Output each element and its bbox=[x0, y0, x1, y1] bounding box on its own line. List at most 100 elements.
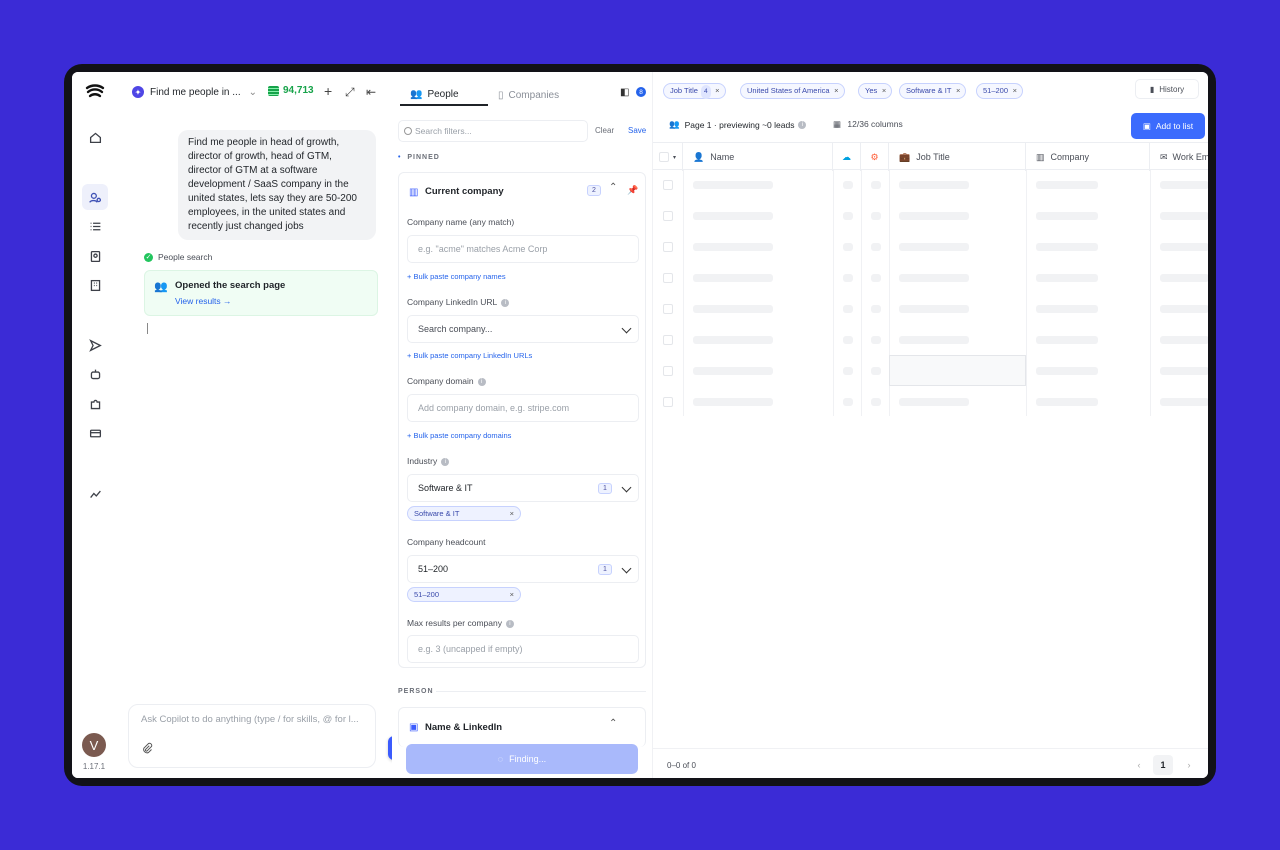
name-linkedin-filter[interactable]: ▣ Name & LinkedIn ⌃ bbox=[398, 707, 646, 747]
contacts-icon[interactable] bbox=[82, 243, 108, 269]
new-chat-icon[interactable]: + bbox=[324, 83, 332, 99]
clear-button[interactable]: Clear bbox=[595, 126, 614, 135]
company-domain-placeholder: Add company domain, e.g. stripe.com bbox=[418, 403, 570, 413]
credits-counter[interactable]: 94,713 bbox=[268, 85, 314, 96]
row-checkbox[interactable] bbox=[663, 211, 673, 221]
tool-result-card[interactable]: 👥 Opened the search page View results → bbox=[144, 270, 378, 316]
bulk-paste-names-link[interactable]: + Bulk paste company names bbox=[407, 272, 506, 281]
selected-cell[interactable] bbox=[889, 355, 1026, 386]
row-checkbox[interactable] bbox=[663, 397, 673, 407]
person-section-label: PERSON bbox=[398, 688, 434, 695]
filters-panel: 👥 People ▯ Companies ◧ 8 Search filters.… bbox=[392, 72, 652, 778]
view-results-link[interactable]: View results → bbox=[175, 296, 232, 306]
row-checkbox[interactable] bbox=[663, 335, 673, 345]
company-linkedin-select[interactable]: Search company... bbox=[407, 315, 639, 343]
tool-status-label: People search bbox=[158, 252, 213, 262]
layout-toggle-icon[interactable]: ◧ bbox=[620, 87, 629, 98]
puzzle-icon[interactable] bbox=[82, 391, 108, 417]
headcount-count-badge: 1 bbox=[598, 564, 612, 575]
select-all-checkbox[interactable]: ▾ bbox=[653, 143, 683, 171]
list-icon[interactable] bbox=[82, 213, 108, 239]
people-icon: 👥 bbox=[669, 119, 680, 129]
skeleton-cell bbox=[693, 181, 773, 189]
paperclip-icon[interactable] bbox=[141, 742, 153, 757]
row-checkbox[interactable] bbox=[663, 180, 673, 190]
column-work-email[interactable]: ✉ Work Em bbox=[1150, 143, 1208, 171]
companies-icon[interactable] bbox=[82, 272, 108, 298]
card-icon[interactable] bbox=[82, 420, 108, 446]
filter-chip-industry[interactable]: Software & IT × bbox=[899, 83, 967, 99]
tool-status: ✓ People search bbox=[144, 252, 212, 262]
filter-chip-changed-jobs[interactable]: Yes × bbox=[858, 83, 893, 99]
row-checkbox[interactable] bbox=[663, 273, 673, 283]
max-results-input[interactable]: e.g. 3 (uncapped if empty) bbox=[407, 635, 639, 663]
people-search-icon[interactable] bbox=[82, 184, 108, 210]
logo-icon[interactable] bbox=[82, 78, 108, 104]
row-checkbox[interactable] bbox=[663, 242, 673, 252]
column-job-title[interactable]: 💼 Job Title bbox=[889, 143, 1026, 171]
column-name[interactable]: 👤 Name bbox=[683, 143, 833, 171]
max-results-placeholder: e.g. 3 (uncapped if empty) bbox=[418, 644, 523, 654]
history-button[interactable]: ▮ History bbox=[1135, 79, 1199, 99]
industry-chip[interactable]: Software & IT × bbox=[407, 506, 521, 521]
filter-chip-job-title[interactable]: Job Title 4 × bbox=[663, 83, 726, 99]
save-button[interactable]: Save bbox=[628, 126, 646, 135]
finding-button[interactable]: ◌ Finding... bbox=[406, 744, 638, 774]
columns-button[interactable]: ▦ 12/36 columns bbox=[833, 119, 903, 130]
avatar[interactable]: V bbox=[82, 733, 106, 757]
analytics-icon[interactable] bbox=[82, 480, 108, 506]
chevron-down-icon bbox=[621, 482, 632, 493]
send-icon[interactable] bbox=[82, 332, 108, 358]
skeleton-cell bbox=[871, 305, 881, 313]
skeleton-cell bbox=[693, 367, 773, 375]
remove-icon[interactable]: × bbox=[510, 507, 514, 520]
chevron-up-icon[interactable]: ⌃ bbox=[609, 718, 617, 729]
table-row bbox=[653, 294, 1208, 325]
tab-people[interactable]: 👥 People bbox=[400, 84, 488, 106]
remove-icon[interactable]: × bbox=[510, 588, 514, 601]
chevron-up-icon[interactable]: ⌃ bbox=[609, 182, 617, 193]
info-icon: i bbox=[505, 619, 514, 628]
salesforce-icon[interactable]: ☁ bbox=[833, 143, 861, 171]
skeleton-cell bbox=[899, 181, 969, 189]
page-number[interactable]: 1 bbox=[1153, 755, 1173, 775]
chevron-down-icon: ⌄ bbox=[248, 86, 257, 98]
row-checkbox[interactable] bbox=[663, 366, 673, 376]
bot-icon[interactable] bbox=[82, 361, 108, 387]
company-domain-label: Company domain i bbox=[407, 376, 486, 386]
column-company[interactable]: ▥ Company bbox=[1026, 143, 1150, 171]
skeleton-cell bbox=[843, 212, 853, 220]
info-icon: i bbox=[477, 377, 486, 386]
headcount-chip[interactable]: 51–200 × bbox=[407, 587, 521, 602]
add-to-list-button[interactable]: ▣ Add to list bbox=[1131, 113, 1205, 139]
industry-count-badge: 1 bbox=[598, 483, 612, 494]
home-icon[interactable] bbox=[82, 124, 108, 150]
hubspot-icon[interactable]: ⚙ bbox=[861, 143, 889, 171]
chip-count: 4 bbox=[700, 85, 711, 99]
prev-page-icon[interactable]: ‹ bbox=[1129, 755, 1149, 775]
tab-companies[interactable]: ▯ Companies bbox=[488, 84, 569, 106]
row-checkbox[interactable] bbox=[663, 304, 673, 314]
bulk-paste-linkedin-link[interactable]: + Bulk paste company LinkedIn URLs bbox=[407, 351, 532, 360]
filter-chip-country[interactable]: United States of America × bbox=[740, 83, 845, 99]
finding-label: Finding... bbox=[509, 754, 547, 764]
expand-icon[interactable]: ⤢ bbox=[345, 85, 355, 100]
chat-title-selector[interactable]: ✦ Find me people in ... ⌄ bbox=[132, 84, 257, 100]
bulk-paste-domains-link[interactable]: + Bulk paste company domains bbox=[407, 431, 511, 440]
company-domain-input[interactable]: Add company domain, e.g. stripe.com bbox=[407, 394, 639, 422]
chat-input[interactable]: Ask Copilot to do anything (type / for s… bbox=[128, 704, 376, 768]
headcount-select[interactable]: 51–200 1 bbox=[407, 555, 639, 583]
industry-select[interactable]: Software & IT 1 bbox=[407, 474, 639, 502]
next-page-icon[interactable]: › bbox=[1179, 755, 1199, 775]
pin-icon[interactable]: 📌 bbox=[627, 185, 638, 196]
skeleton-cell bbox=[1036, 274, 1098, 282]
company-name-input[interactable]: e.g. "acme" matches Acme Corp bbox=[407, 235, 639, 263]
table-row bbox=[653, 325, 1208, 356]
chevron-down-icon bbox=[621, 323, 632, 334]
table-row bbox=[653, 263, 1208, 294]
filter-chip-headcount[interactable]: 51–200 × bbox=[976, 83, 1024, 99]
collapse-panel-icon[interactable]: ⇤ bbox=[366, 85, 376, 99]
skeleton-cell bbox=[693, 274, 773, 282]
filter-search-input[interactable]: Search filters... bbox=[398, 120, 588, 142]
skeleton-cell bbox=[1036, 398, 1098, 406]
